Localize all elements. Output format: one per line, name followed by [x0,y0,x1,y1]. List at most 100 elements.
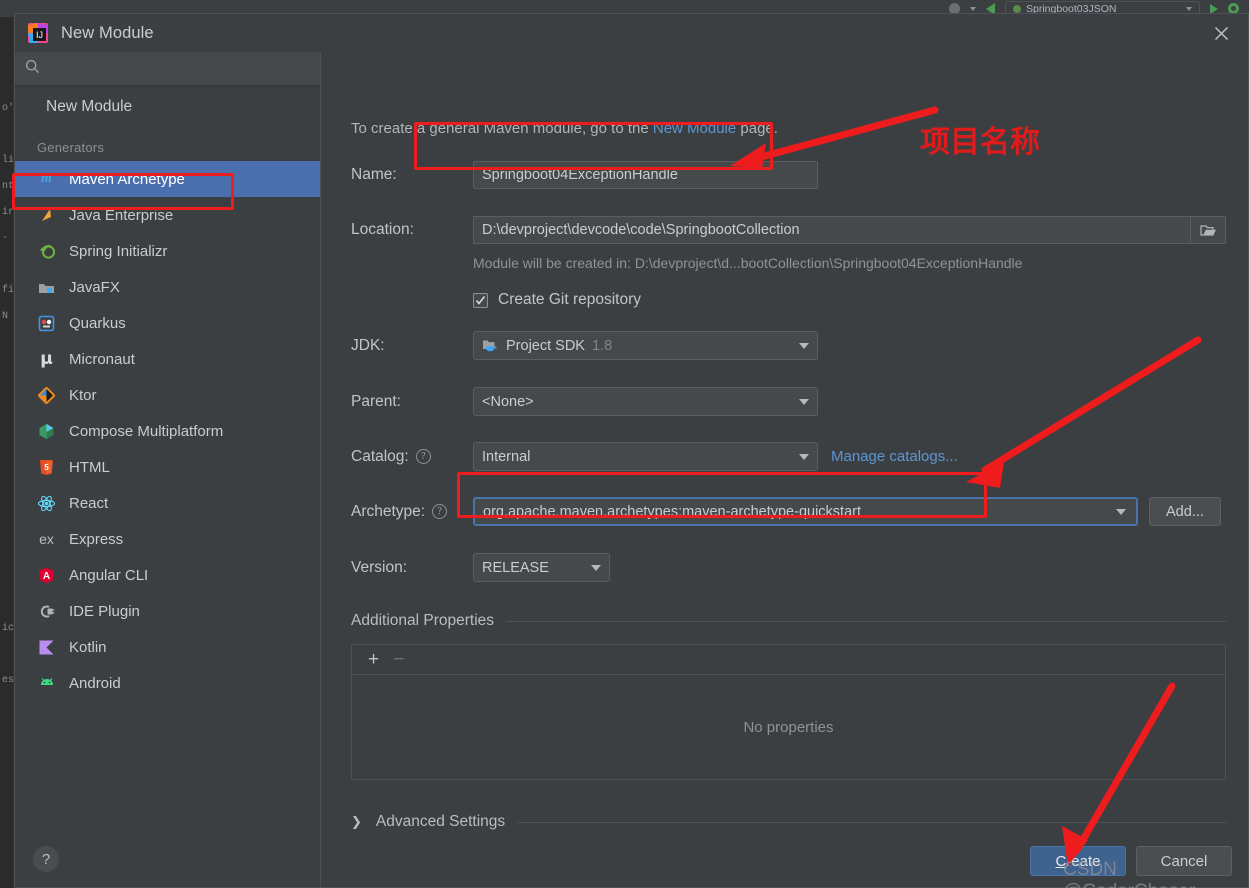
cancel-button[interactable]: Cancel [1136,846,1232,876]
sidebar-item-ide-plugin[interactable]: IDE Plugin [15,593,320,629]
location-label: Location: [351,221,414,238]
chevron-down-icon [591,564,601,571]
advanced-settings-label: Advanced Settings [375,813,506,830]
sidebar-item-label: React [69,494,109,512]
plus-icon[interactable]: + [368,650,379,669]
parent-select[interactable]: <None> [473,387,818,416]
chevron-down-icon[interactable] [970,6,976,11]
advanced-settings-header[interactable]: ❯ Advanced Settings [351,813,1226,831]
strip-line: ic [2,623,14,634]
catalog-label: Catalog: [351,447,409,465]
name-row: Name: [351,161,1226,189]
archetype-select[interactable] [473,497,1138,526]
angular-icon: A [37,566,56,585]
maven-icon: m [41,171,52,186]
sidebar-item-label: Compose Multiplatform [69,422,224,440]
archetype-label: Archetype: [351,502,426,520]
new-module-link[interactable]: New Module [653,120,736,137]
sidebar-item-kotlin[interactable]: Kotlin [15,629,320,665]
additional-properties-header: Additional Properties [351,612,1226,630]
create-button[interactable]: Create [1030,846,1126,876]
create-button-mnemonic: C [1055,852,1067,870]
help-circle-icon[interactable]: ? [415,449,431,464]
intro-text: To create a general Maven module, go to … [351,120,1226,137]
micronaut-icon: μ [40,348,53,369]
sidebar-item-javafx[interactable]: JavaFX [15,269,320,305]
help-circle-icon[interactable]: ? [432,504,448,519]
minus-icon: − [393,649,405,670]
ide-plugin-icon [37,602,56,621]
version-select[interactable]: RELEASE [473,553,610,582]
sidebar-item-label: Quarkus [69,314,126,332]
location-input[interactable] [473,216,1190,244]
strip-line: li [2,155,14,166]
svg-text:IJ: IJ [36,30,43,40]
divider [517,821,1226,823]
sidebar-item-maven-archetype[interactable]: m Maven Archetype [15,161,320,197]
search-input[interactable] [49,60,310,77]
sidebar-item-new-module[interactable]: New Module [15,86,320,128]
sidebar-item-spring-initializr[interactable]: Spring Initializr [15,233,320,269]
sidebar-item-express[interactable]: ex Express [15,521,320,557]
sidebar-item-android[interactable]: Android [15,665,320,701]
java-enterprise-icon [37,206,56,225]
generators-sidebar: New Module Generators m Maven Archetype … [15,52,321,887]
help-button[interactable]: ? [33,846,59,872]
catalog-select[interactable]: Internal [473,442,818,471]
sidebar-item-label: IDE Plugin [69,602,140,620]
archetype-add-button[interactable]: Add... [1149,497,1221,526]
sidebar-item-label: Kotlin [69,638,107,656]
name-label: Name: [351,166,397,183]
sidebar-item-java-enterprise[interactable]: Java Enterprise [15,197,320,233]
sidebar-item-ktor[interactable]: Ktor [15,377,320,413]
sidebar-item-quarkus[interactable]: Quarkus [15,305,320,341]
jdk-label: JDK: [351,336,385,354]
chevron-down-icon [799,453,809,460]
javafx-icon [37,278,56,297]
jdk-select[interactable]: Project SDK 1.8 [473,331,818,360]
sidebar-item-label: Spring Initializr [69,242,168,260]
intro-text-before: To create a general Maven module, go to … [351,120,653,137]
sidebar-item-label: JavaFX [69,278,120,296]
archetype-input[interactable] [483,503,1083,520]
folder-open-icon[interactable] [1190,216,1226,244]
archetype-label-wrap: Archetype: ? [351,503,473,521]
search-icon [25,59,40,79]
sidebar-item-label: Angular CLI [69,566,149,584]
sidebar-item-label: New Module [46,98,133,115]
quarkus-icon [37,314,56,333]
sidebar-item-label: HTML [69,458,110,476]
sidebar-item-micronaut[interactable]: μ Micronaut [15,341,320,377]
close-icon[interactable] [1198,14,1244,52]
name-input[interactable] [473,161,818,189]
divider [506,620,1226,622]
sidebar-item-compose-multiplatform[interactable]: Compose Multiplatform [15,413,320,449]
strip-line: fi [2,285,14,296]
chevron-right-icon: ❯ [351,814,362,829]
additional-properties-table: + − No properties [351,644,1226,780]
run-triangle-icon[interactable] [1210,3,1218,14]
chevron-down-icon [799,398,809,405]
intro-text-after: page. [736,120,778,137]
sidebar-search[interactable] [15,52,320,86]
manage-catalogs-link[interactable]: Manage catalogs... [831,448,958,465]
ide-editor-strip: o' li nt ir - fi N ic es [0,18,14,888]
create-git-repository-label: Create Git repository [498,291,641,308]
android-icon [37,674,56,693]
sidebar-item-html[interactable]: 5 HTML [15,449,320,485]
version-row: Version: RELEASE [351,553,1226,582]
catalog-value: Internal [482,448,531,465]
sidebar-item-angular-cli[interactable]: A Angular CLI [15,557,320,593]
create-button-label: reate [1066,852,1101,870]
svg-text:5: 5 [44,463,49,472]
dialog-titlebar: IJ New Module [15,14,1248,52]
sidebar-item-react[interactable]: React [15,485,320,521]
run-config-icon [1013,4,1021,13]
strip-line: - [2,233,9,244]
create-git-repository-checkbox[interactable] [473,292,488,308]
svg-text:A: A [43,571,50,582]
version-label: Version: [351,558,408,576]
create-git-repository-row[interactable]: Create Git repository [473,291,1226,309]
sidebar-item-label: Android [69,674,121,692]
new-module-dialog: IJ New Module New Module Generators m Ma… [14,13,1249,888]
